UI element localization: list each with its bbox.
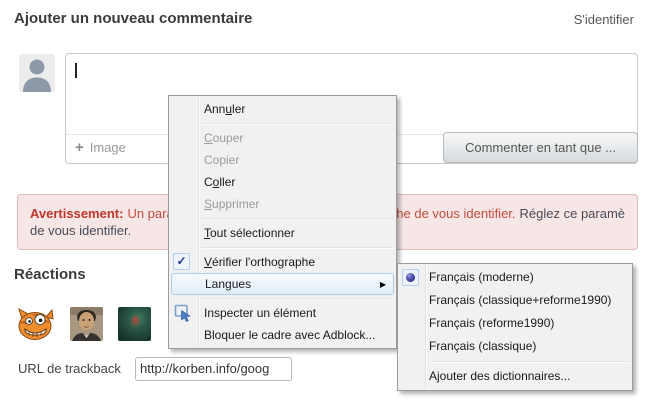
comment-widget: Ajouter un nouveau commentaire S'identif…: [0, 0, 659, 402]
person-icon: [19, 54, 55, 92]
menu-separator: [201, 123, 393, 124]
warning-dark-text-1: Réglez ce paramètre afin: [520, 206, 625, 221]
add-image-button[interactable]: + Image: [75, 139, 126, 156]
page-title: Ajouter un nouveau commentaire: [14, 10, 252, 27]
menu-item-supprimer: Supprimer: [169, 193, 396, 215]
menu-item-bloquer-adblock[interactable]: Bloquer le cadre avec Adblock...: [169, 324, 396, 346]
submenu-item-francais-classique-reforme1990[interactable]: Français (classique+reforme1990): [398, 289, 632, 312]
menu-separator: [201, 247, 393, 248]
menu-separator: [201, 298, 393, 299]
cat-avatar-image: [16, 307, 55, 341]
menu-separator: [430, 361, 629, 362]
checkmark-icon: ✓: [173, 253, 190, 270]
submenu-item-francais-moderne[interactable]: Français (moderne): [398, 266, 632, 289]
trackback-input[interactable]: http://korben.info/goog: [135, 357, 292, 381]
reaction-avatar-portrait[interactable]: [70, 307, 103, 341]
submenu-arrow-icon: ▶: [380, 275, 386, 295]
trackback-label: URL de trackback: [18, 361, 121, 376]
menu-item-inspecter-element[interactable]: Inspecter un élément: [169, 302, 396, 324]
menu-item-langues[interactable]: Langues ▶: [171, 273, 394, 295]
menu-item-annuler[interactable]: Annuler: [169, 98, 396, 120]
reaction-avatar-cat[interactable]: [16, 307, 55, 341]
context-menu: Annuler Couper Copier Coller Supprimer T…: [168, 95, 397, 349]
radio-selected-icon: [402, 269, 419, 286]
submenu-item-ajouter-dictionnaires[interactable]: Ajouter des dictionnaires...: [398, 365, 632, 388]
add-image-label: Image: [90, 140, 126, 155]
menu-item-couper: Couper: [169, 127, 396, 149]
submenu-item-francais-reforme1990[interactable]: Français (reforme1990): [398, 312, 632, 335]
text-caret: [75, 63, 77, 78]
comment-as-button[interactable]: Commenter en tant que ...: [443, 132, 638, 163]
avatar-placeholder: [19, 54, 55, 92]
reactions-title: Réactions: [14, 266, 86, 283]
warning-label: Avertissement:: [30, 206, 123, 221]
signin-link[interactable]: S'identifier: [574, 12, 634, 27]
portrait-avatar-image: [70, 307, 103, 341]
language-submenu: Français (moderne) Français (classique+r…: [397, 263, 633, 391]
inspect-icon: [174, 304, 192, 322]
plus-icon: +: [75, 139, 84, 156]
menu-separator: [201, 218, 393, 219]
submenu-item-francais-classique[interactable]: Français (classique): [398, 335, 632, 358]
reaction-avatar-artwork[interactable]: [118, 307, 151, 341]
warning-dark-text-2: de vous identifier.: [30, 223, 131, 238]
menu-item-coller[interactable]: Coller: [169, 171, 396, 193]
menu-item-verifier-orthographe[interactable]: ✓Vérifier l'orthographe: [169, 251, 396, 273]
menu-item-tout-selectionner[interactable]: Tout sélectionner: [169, 222, 396, 244]
menu-item-copier: Copier: [169, 149, 396, 171]
